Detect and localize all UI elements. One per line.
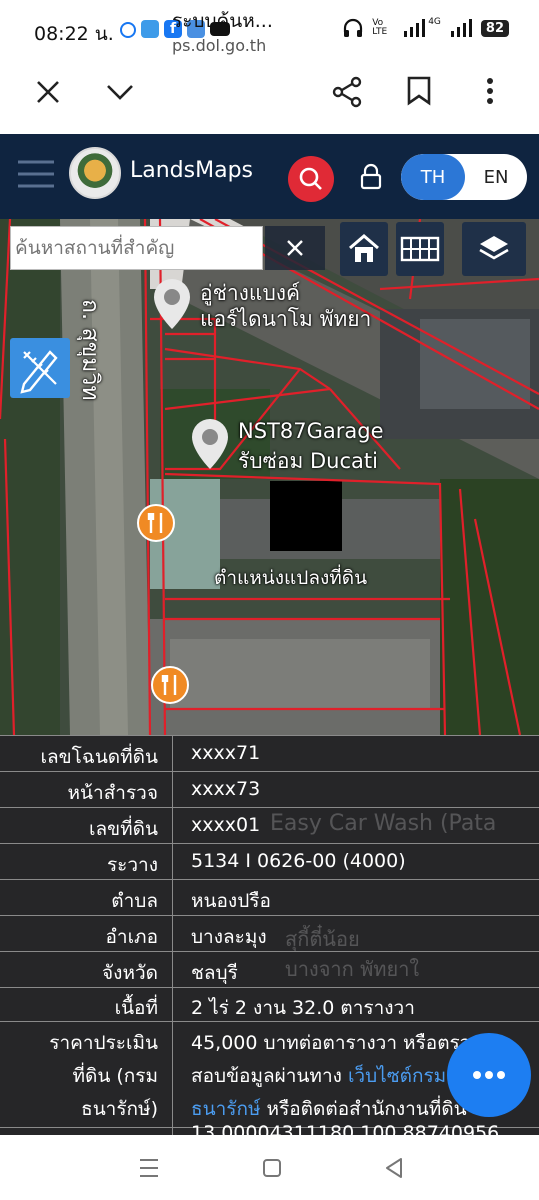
close-icon xyxy=(287,240,303,256)
treasury-link[interactable]: ธนารักษ์ xyxy=(191,1098,261,1120)
lang-en-option[interactable]: EN xyxy=(465,154,527,200)
department-logo xyxy=(69,147,121,199)
info-row-deed: เลขโฉนดที่ดิน xxxx71 xyxy=(0,735,539,772)
row-label: ระวาง xyxy=(106,854,158,876)
map-search-input[interactable] xyxy=(10,226,263,270)
page-title: ระบบค้นห... xyxy=(172,10,273,32)
row-value: บางละมุง xyxy=(191,926,267,948)
info-row-map-sheet: ระวาง 5134 I 0626-00 (4000) xyxy=(0,843,539,880)
poi-marker-icon[interactable] xyxy=(188,417,232,473)
recent-apps-icon[interactable] xyxy=(137,1157,161,1179)
home-nav-icon[interactable] xyxy=(261,1157,283,1179)
signal-icon-2 xyxy=(450,19,472,37)
signal-icon-1 xyxy=(404,19,426,37)
info-row-area: เนื้อที่ 2 ไร่ 2 งาน 32.0 ตารางวา xyxy=(0,987,539,1022)
info-row-district: อำเภอ บางละมุง xyxy=(0,915,539,952)
treasury-website-link[interactable]: เว็บไซต์กรม xyxy=(348,1065,446,1087)
row-value: ชลบุรี xyxy=(191,962,238,984)
lock-icon[interactable] xyxy=(359,163,383,191)
road-label: ถ. สุขุมวิท xyxy=(77,299,103,401)
layers-button[interactable] xyxy=(462,222,526,276)
row-label: เนื้อที่ xyxy=(114,997,158,1019)
redaction-box xyxy=(270,481,342,551)
home-icon xyxy=(349,234,379,262)
info-row-province: จังหวัด ชลบุรี xyxy=(0,951,539,988)
search-button[interactable] xyxy=(288,156,334,202)
more-horizontal-icon xyxy=(473,1071,505,1079)
price-text-line-2: สอบข้อมูลผ่านทาง เว็บไซต์กรม xyxy=(191,1061,446,1091)
price-text: หรือติดต่อสำนักงานที่ดิน xyxy=(260,1098,467,1120)
restaurant-marker-icon[interactable] xyxy=(136,503,176,543)
language-toggle[interactable]: TH EN xyxy=(401,154,527,200)
row-label: หน้าสำรวจ xyxy=(67,782,158,804)
poi-marker-icon[interactable] xyxy=(150,277,194,333)
layers-icon xyxy=(479,236,509,260)
row-value: 5134 I 0626-00 (4000) xyxy=(191,850,406,872)
row-value: xxxx01 xyxy=(191,814,261,836)
back-icon[interactable] xyxy=(383,1156,405,1180)
messenger-icon xyxy=(120,22,136,38)
row-label: เลขโฉนดที่ดิน xyxy=(40,746,158,768)
row-label-line-2: ที่ดิน (กรม xyxy=(72,1065,158,1087)
row-value: 2 ไร่ 2 งาน 32.0 ตารางวา xyxy=(191,997,415,1019)
price-text-line-3: ธนารักษ์ หรือติดต่อสำนักงานที่ดิน xyxy=(191,1094,467,1124)
row-label: ตำบล xyxy=(111,890,158,912)
hamburger-menu-icon[interactable] xyxy=(16,158,56,190)
row-label: อำเภอ xyxy=(105,926,158,948)
restaurant-marker-icon[interactable] xyxy=(150,665,190,705)
headphones-icon xyxy=(344,18,363,37)
browser-toolbar xyxy=(0,62,539,135)
coordinates-link[interactable]: 13.00004311180,100.88740956 xyxy=(191,1122,499,1135)
close-icon[interactable] xyxy=(34,78,62,106)
parcel-location-label: ตำแหน่งแปลงที่ดิน xyxy=(214,567,368,589)
price-text: สอบข้อมูลผ่านทาง xyxy=(191,1065,348,1087)
info-row-subdistrict: ตำบล หนองปรือ xyxy=(0,879,539,916)
volte-label: Vo LTE xyxy=(372,18,388,37)
page-url[interactable]: ps.dol.go.th xyxy=(172,36,266,55)
info-row-survey-page: หน้าสำรวจ xxxx73 xyxy=(0,771,539,808)
home-button[interactable] xyxy=(340,222,388,276)
map-view[interactable]: ถ. สุขุมวิท อู่ช่างแบงค์ แอร์ไดนาโม พัทย… xyxy=(0,219,539,735)
measure-tools-button[interactable] xyxy=(10,338,70,398)
row-value: xxxx71 xyxy=(191,742,261,764)
clear-search-button[interactable] xyxy=(265,226,325,270)
poi-label-2b: รับซ่อม Ducati xyxy=(238,449,378,473)
row-label: เลขที่ดิน xyxy=(89,818,158,840)
network-type: 4G xyxy=(428,17,441,27)
status-right: Vo LTE 4G 82 xyxy=(342,17,509,38)
info-row-land-number: เลขที่ดิน xxxx01 xyxy=(0,807,539,844)
share-icon[interactable] xyxy=(332,76,364,108)
battery-level: 82 xyxy=(480,19,509,37)
poi-label-1b: แอร์ไดนาโม พัทยา xyxy=(200,307,372,331)
lang-th-option[interactable]: TH xyxy=(401,154,465,200)
more-options-fab[interactable] xyxy=(447,1033,531,1117)
status-time: 08:22 น. xyxy=(34,23,114,45)
row-value: xxxx73 xyxy=(191,778,261,800)
parcel-grid-button[interactable] xyxy=(396,222,444,276)
search-icon xyxy=(299,167,322,190)
row-label-line-1: ราคาประเมิน xyxy=(49,1032,158,1054)
more-menu-icon[interactable] xyxy=(482,76,498,106)
weather-app-icon xyxy=(141,20,159,38)
info-row-coordinates: 13.00004311180,100.88740956 xyxy=(0,1122,539,1135)
chevron-down-icon[interactable] xyxy=(104,80,136,104)
pencil-ruler-icon xyxy=(20,350,58,394)
poi-label-2: NST87Garage xyxy=(238,419,384,443)
bookmark-icon[interactable] xyxy=(406,76,432,106)
app-title: LandsMaps xyxy=(130,158,253,183)
price-text-line-1: 45,000 บาทต่อตารางวา หรือตรวจ xyxy=(191,1032,482,1054)
row-value: หนองปรือ xyxy=(191,890,271,912)
row-label-line-3: ธนารักษ์) xyxy=(81,1098,158,1120)
grid-icon xyxy=(400,236,440,262)
row-label: จังหวัด xyxy=(102,962,158,984)
